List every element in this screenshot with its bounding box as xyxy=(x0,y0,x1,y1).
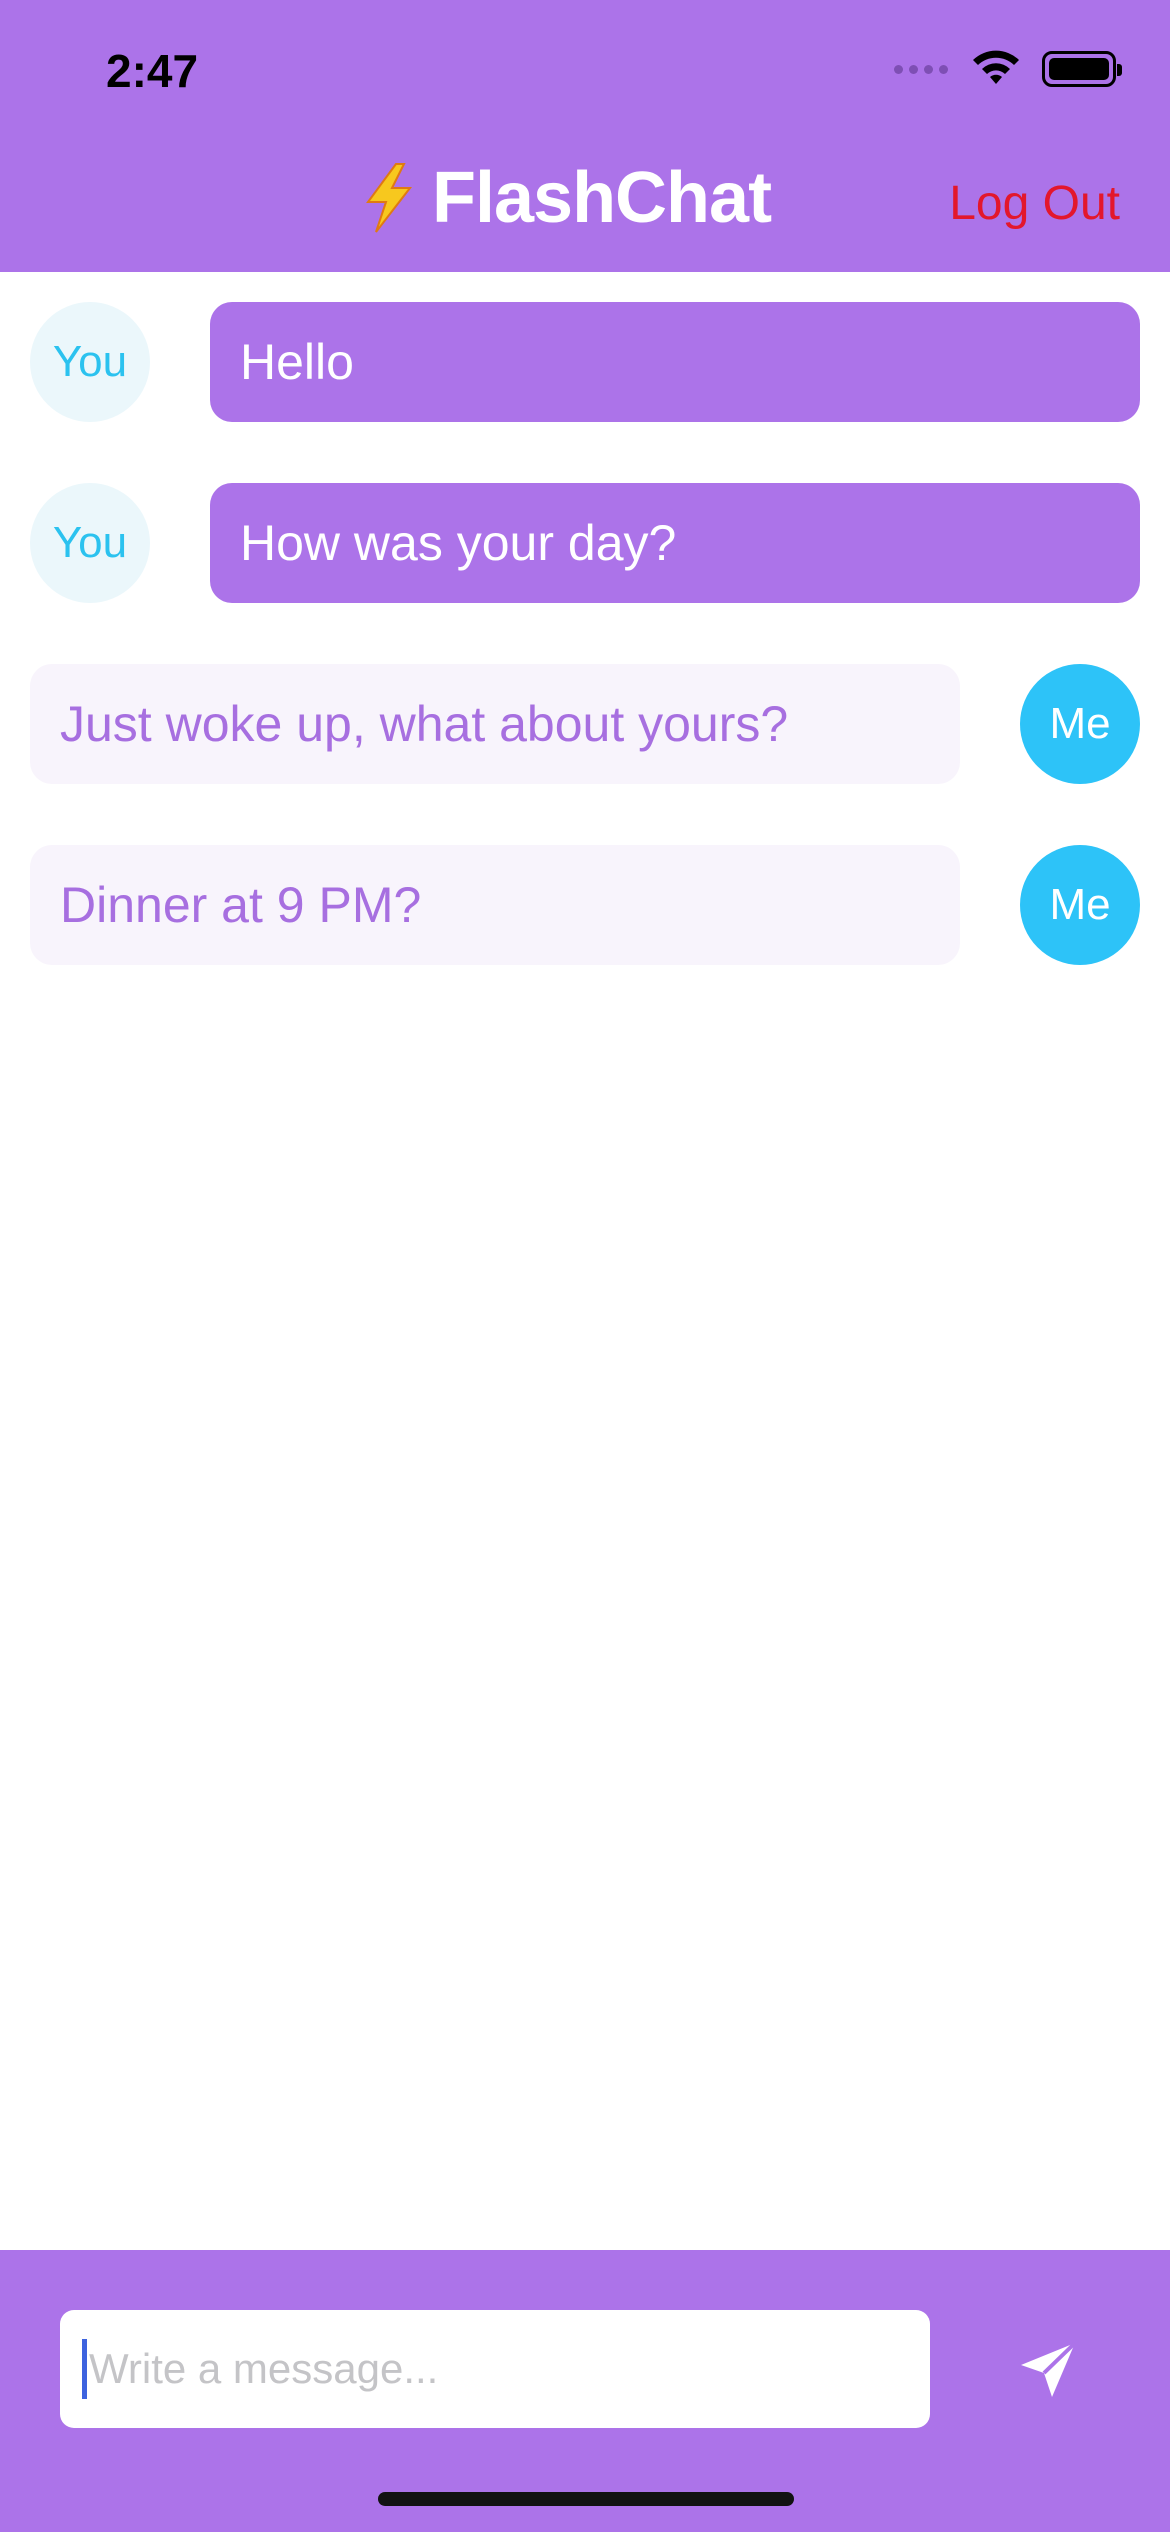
title-area: FlashChat xyxy=(360,158,772,238)
app-title: FlashChat xyxy=(432,158,772,238)
battery-icon xyxy=(1042,51,1122,87)
message-composer: Write a message... xyxy=(0,2250,1170,2532)
logout-button[interactable]: Log Out xyxy=(949,176,1120,231)
status-icons xyxy=(894,50,1122,88)
message-bubble: Just woke up, what about yours? xyxy=(30,664,960,784)
message-row: Just woke up, what about yours? Me xyxy=(0,664,1170,784)
message-input[interactable]: Write a message... xyxy=(60,2310,930,2428)
message-row: Dinner at 9 PM? Me xyxy=(0,845,1170,965)
cellular-signal-icon xyxy=(894,64,948,74)
home-indicator[interactable] xyxy=(378,2492,794,2506)
paper-plane-icon[interactable] xyxy=(1018,2340,1078,2400)
app-header: 2:47 FlashChat Log Out xyxy=(0,0,1170,272)
message-row: You How was your day? xyxy=(0,483,1170,603)
message-bubble: Dinner at 9 PM? xyxy=(30,845,960,965)
sender-avatar: You xyxy=(30,302,150,422)
sender-avatar: You xyxy=(30,483,150,603)
wifi-icon xyxy=(973,50,1019,84)
message-input-placeholder: Write a message... xyxy=(89,2345,439,2392)
lightning-bolt-icon xyxy=(366,163,413,233)
sender-avatar: Me xyxy=(1020,845,1140,965)
text-caret xyxy=(82,2339,87,2399)
status-time: 2:47 xyxy=(106,45,199,97)
message-bubble: Hello xyxy=(210,302,1140,422)
message-bubble: How was your day? xyxy=(210,483,1140,603)
message-row: You Hello xyxy=(0,302,1170,422)
sender-avatar: Me xyxy=(1020,664,1140,784)
